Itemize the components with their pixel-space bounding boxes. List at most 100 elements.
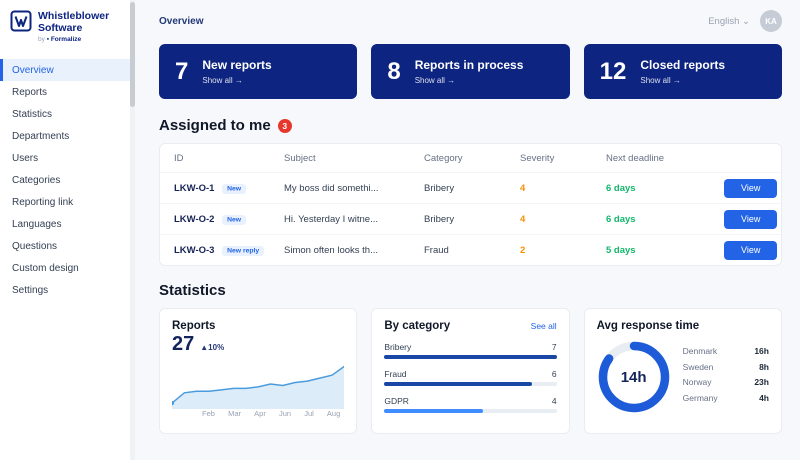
- col-id: ID: [174, 153, 284, 164]
- category-bar-track: [384, 409, 556, 413]
- x-tick: Jun: [279, 409, 291, 418]
- brand-text: Whistleblower Software by ▪ Formalize: [38, 10, 109, 43]
- report-severity: 4: [520, 214, 606, 225]
- sidebar-item-languages[interactable]: Languages: [0, 213, 135, 235]
- category-bar-fill: [384, 355, 556, 359]
- report-subject: My boss did somethi...: [284, 183, 424, 194]
- sidebar-item-departments[interactable]: Departments: [0, 125, 135, 147]
- sidebar-item-overview[interactable]: Overview: [0, 59, 135, 81]
- show-all-link[interactable]: Show all →: [415, 76, 524, 85]
- col-category: Category: [424, 153, 520, 164]
- donut-center-label: 14h: [597, 340, 671, 414]
- by-category-title: By category: [384, 320, 450, 332]
- view-button[interactable]: View: [724, 241, 777, 260]
- show-all-link[interactable]: Show all →: [640, 76, 725, 85]
- reports-x-axis: Feb Mar Apr Jun Jul Aug: [202, 409, 340, 418]
- legend-row: Denmark 16h: [683, 346, 769, 356]
- brand-name-line1: Whistleblower: [38, 10, 109, 22]
- see-all-link[interactable]: See all: [531, 321, 557, 331]
- report-subject: Hi. Yesterday I witne...: [284, 214, 424, 225]
- table-row: LKW-O-2 New Hi. Yesterday I witne... Bri…: [160, 203, 781, 234]
- report-category: Fraud: [424, 245, 520, 256]
- sidebar-item-categories[interactable]: Categories: [0, 169, 135, 191]
- response-donut-chart: 14h: [597, 340, 671, 414]
- reports-line-chart: [172, 357, 344, 409]
- stat-value: 7: [175, 58, 188, 86]
- language-label: English: [708, 16, 739, 27]
- report-id: LKW-O-1: [174, 183, 214, 194]
- reports-area: [172, 366, 344, 409]
- category-value: 6: [552, 369, 557, 379]
- chevron-down-icon: ⌄: [742, 16, 750, 27]
- sidebar-item-statistics[interactable]: Statistics: [0, 103, 135, 125]
- reports-total: 27: [172, 333, 194, 356]
- avg-response-card: Avg response time 14h Denmark 16h Swede: [584, 308, 782, 434]
- reports-card-title: Reports: [172, 320, 344, 332]
- brand: Whistleblower Software by ▪ Formalize: [0, 0, 135, 51]
- sidebar-item-reporting-link[interactable]: Reporting link: [0, 191, 135, 213]
- stat-card-new-reports[interactable]: 7 New reports Show all →: [159, 44, 357, 99]
- legend-row: Sweden 8h: [683, 362, 769, 372]
- reports-chart-card: Reports 27 ▲10% Feb Mar Apr Jun Jul Aug: [159, 308, 357, 434]
- category-bar-row: Fraud 6: [384, 369, 556, 386]
- x-tick: Aug: [327, 409, 340, 418]
- main-content: Overview English ⌄ KA 7 New reports Show…: [135, 0, 800, 460]
- category-name: Bribery: [384, 342, 411, 352]
- report-id-cell: LKW-O-1 New: [174, 183, 284, 194]
- sidebar-item-reports[interactable]: Reports: [0, 81, 135, 103]
- response-legend: Denmark 16h Sweden 8h Norway 23h Germany…: [683, 346, 769, 408]
- stat-label: New reports: [202, 58, 271, 72]
- assigned-section-head: Assigned to me 3: [159, 117, 782, 134]
- brand-byline: by ▪ Formalize: [38, 36, 109, 43]
- view-button[interactable]: View: [724, 179, 777, 198]
- show-all-link[interactable]: Show all →: [202, 76, 271, 85]
- country-value: 16h: [754, 346, 769, 356]
- formalize-logo-icon: ▪: [47, 36, 49, 43]
- report-id-cell: LKW-O-2 New: [174, 214, 284, 225]
- brand-logo-icon: [10, 10, 32, 32]
- category-name: Fraud: [384, 369, 406, 379]
- by-category-card: By category See all Bribery 7 Fraud 6: [371, 308, 569, 434]
- view-button[interactable]: View: [724, 210, 777, 229]
- report-id: LKW-O-3: [174, 245, 214, 256]
- category-bar-track: [384, 382, 556, 386]
- report-subject: Simon often looks th...: [284, 245, 424, 256]
- table-row: LKW-O-3 New reply Simon often looks th..…: [160, 234, 781, 265]
- new-badge: New: [222, 215, 246, 225]
- sidebar-scrollbar-thumb[interactable]: [130, 2, 135, 107]
- x-tick: Jul: [304, 409, 314, 418]
- brand-company: Formalize: [51, 36, 81, 43]
- topbar-right: English ⌄ KA: [708, 10, 782, 32]
- report-deadline: 5 days: [606, 245, 724, 256]
- sidebar: Whistleblower Software by ▪ Formalize Ov…: [0, 0, 135, 460]
- stat-label: Closed reports: [640, 58, 725, 72]
- col-severity: Severity: [520, 153, 606, 164]
- statistics-cards-row: Reports 27 ▲10% Feb Mar Apr Jun Jul Aug …: [159, 308, 782, 434]
- category-bar-track: [384, 355, 556, 359]
- avatar[interactable]: KA: [760, 10, 782, 32]
- sidebar-scrollbar-track: [130, 0, 135, 460]
- sidebar-item-settings[interactable]: Settings: [0, 279, 135, 301]
- stat-value: 12: [600, 58, 627, 86]
- report-category: Bribery: [424, 214, 520, 225]
- report-category: Bribery: [424, 183, 520, 194]
- brand-name-line2: Software: [38, 22, 109, 34]
- sidebar-item-users[interactable]: Users: [0, 147, 135, 169]
- country-name: Denmark: [683, 346, 717, 356]
- country-name: Sweden: [683, 362, 714, 372]
- stat-card-closed-reports[interactable]: 12 Closed reports Show all →: [584, 44, 782, 99]
- avg-response-title: Avg response time: [597, 320, 769, 332]
- report-severity: 4: [520, 183, 606, 194]
- report-severity: 2: [520, 245, 606, 256]
- legend-row: Germany 4h: [683, 393, 769, 403]
- country-name: Germany: [683, 393, 718, 403]
- sidebar-item-questions[interactable]: Questions: [0, 235, 135, 257]
- assigned-title: Assigned to me: [159, 117, 271, 134]
- reports-trend: ▲10%: [200, 343, 224, 352]
- new-badge: New: [222, 184, 246, 194]
- statistics-title: Statistics: [159, 282, 782, 299]
- stat-card-reports-in-process[interactable]: 8 Reports in process Show all →: [371, 44, 569, 99]
- language-selector[interactable]: English ⌄: [708, 16, 750, 27]
- sidebar-item-custom-design[interactable]: Custom design: [0, 257, 135, 279]
- country-value: 23h: [754, 377, 769, 387]
